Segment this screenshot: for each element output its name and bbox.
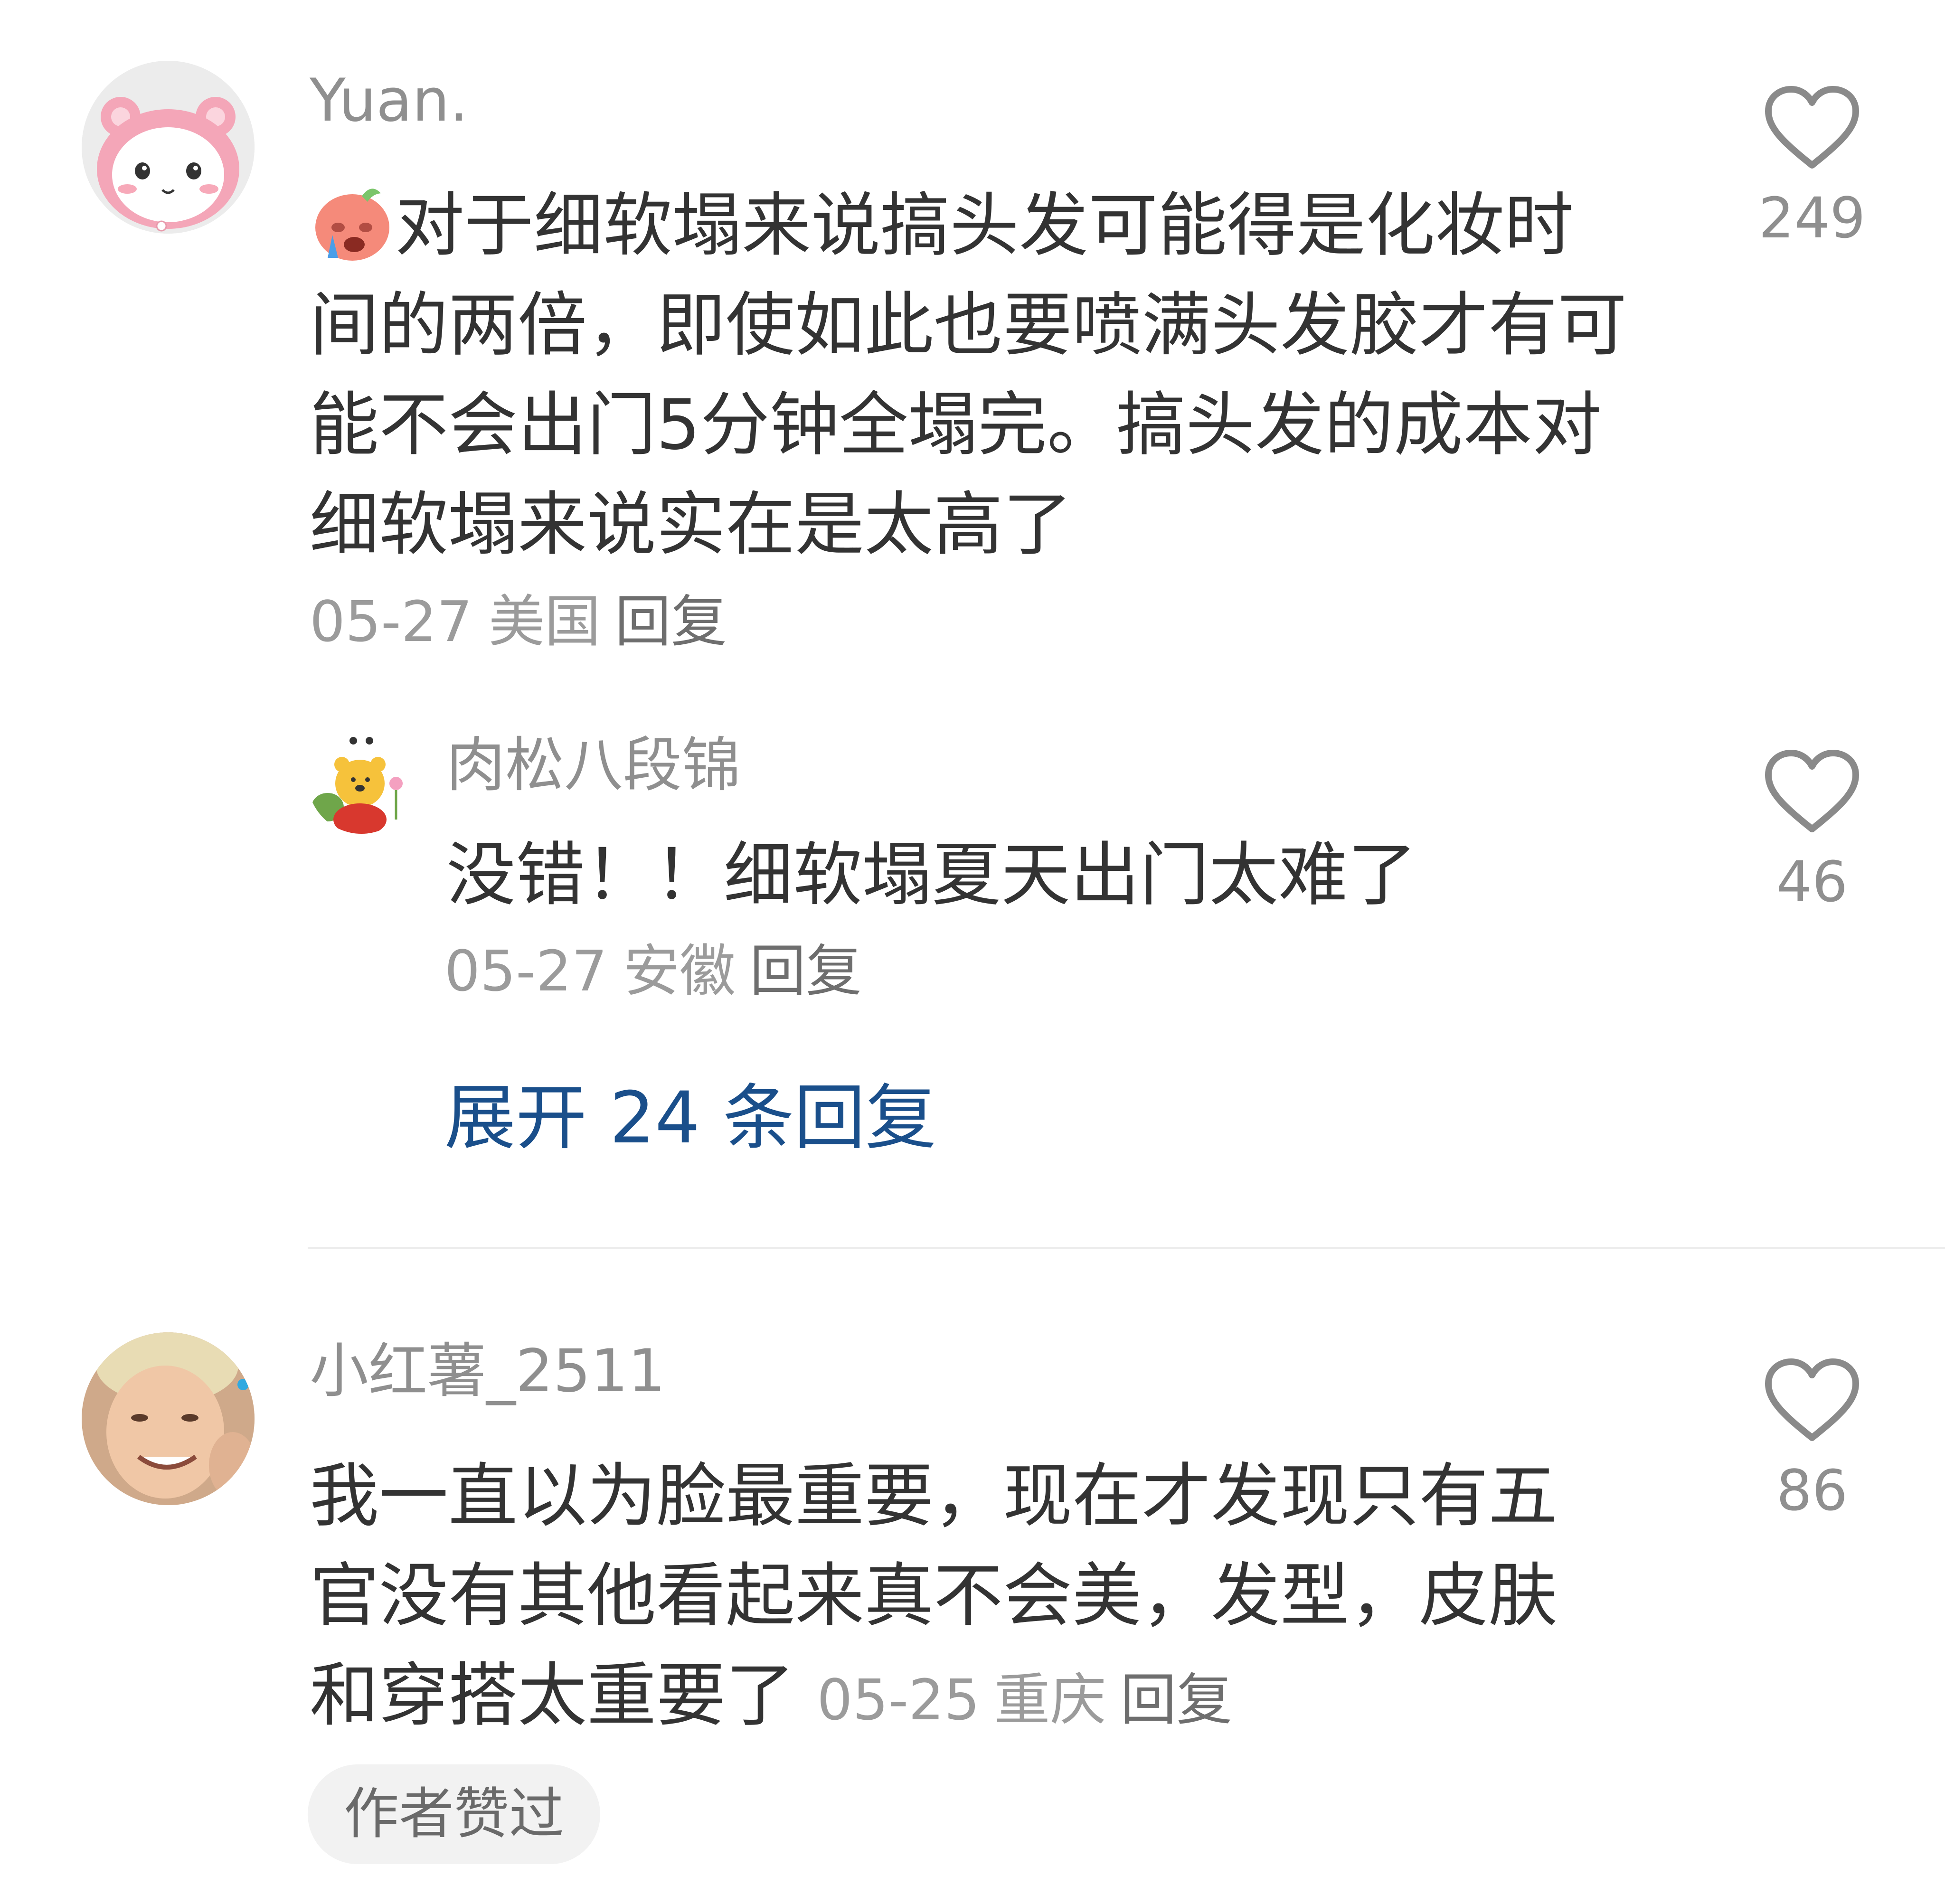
comment-username[interactable]: 小红薯_2511 [310, 1342, 666, 1401]
pink-bear-avatar-icon [82, 61, 255, 234]
comment-content: 对于细软塌来说搞头发可能得是化妆时间的两倍，即使如此也要喷满头发胶才有可能不会出… [310, 176, 1630, 575]
crying-face-emoji-icon [310, 182, 395, 263]
reply-button[interactable]: 回复 [750, 938, 862, 1004]
avatar[interactable] [82, 61, 255, 234]
like-button[interactable]: 46 [1750, 749, 1874, 910]
comment-username[interactable]: Yuan. [310, 71, 468, 130]
comment-location: 美国 [488, 589, 601, 654]
heart-icon [1765, 86, 1859, 169]
expand-replies-button[interactable]: 展开 24 条回复 [444, 1083, 936, 1154]
reply-username[interactable]: 肉松八段锦 [446, 736, 741, 795]
reply-meta: 05-27 安徽 回复 [444, 943, 862, 999]
like-button[interactable]: 86 [1750, 1358, 1874, 1518]
pooh-bear-avatar-icon [308, 726, 415, 834]
heart-icon [1765, 750, 1859, 832]
avatar[interactable] [308, 726, 415, 834]
like-button[interactable]: 249 [1750, 85, 1874, 246]
reply-button[interactable]: 回复 [615, 589, 727, 654]
comment-location: 重庆 [994, 1667, 1106, 1733]
comment-text: 对于细软塌来说搞头发可能得是化妆时间的两倍，即使如此也要喷满头发胶才有可能不会出… [310, 185, 1627, 565]
like-count: 86 [1776, 1458, 1848, 1523]
photo-avatar-icon [82, 1332, 255, 1505]
comment-meta: 05-25 重庆 回复 [817, 1667, 1232, 1733]
comment-content: 我一直以为脸最重要，现在才发现只有五官没有其他看起来真不会美，发型，皮肤和穿搭太… [310, 1446, 1611, 1750]
comment-divider [308, 1247, 1945, 1249]
author-liked-badge: 作者赞过 [308, 1764, 600, 1864]
like-count: 46 [1776, 849, 1848, 914]
like-count: 249 [1758, 185, 1866, 251]
reply-button[interactable]: 回复 [1120, 1667, 1232, 1733]
reply-content: 没错！！细软塌夏天出门太难了 [446, 835, 1417, 915]
reply-location: 安徽 [623, 938, 736, 1004]
avatar[interactable] [82, 1332, 255, 1505]
comment-date: 05-27 [310, 589, 472, 654]
comment-meta: 05-27 美国 回复 [310, 594, 727, 650]
reply-date: 05-27 [444, 938, 607, 1004]
comment-date: 05-25 [817, 1667, 980, 1733]
heart-icon [1765, 1358, 1859, 1441]
